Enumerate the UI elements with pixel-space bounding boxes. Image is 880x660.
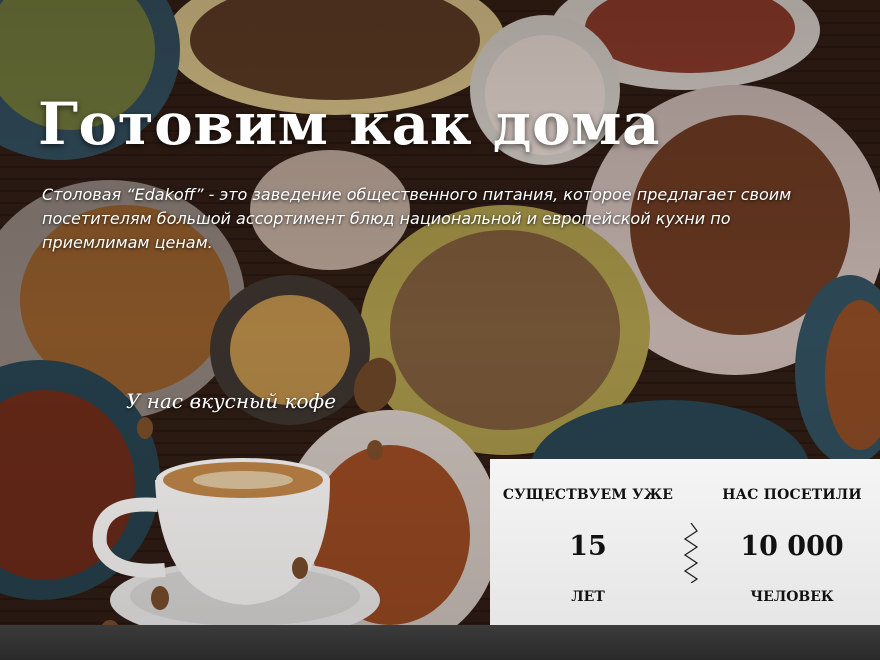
hero-section: Готовим как дома Столовая “Edakoff” - эт… — [0, 0, 880, 660]
stat-visitors: НАС ПОСЕТИЛИ 10 000 ЧЕЛОВЕК — [702, 459, 880, 625]
stat-visitors-label: НАС ПОСЕТИЛИ — [722, 487, 862, 503]
stats-panel: СУЩЕСТВУЕМ УЖЕ 15 ЛЕТ НАС ПОСЕТИЛИ 10 00… — [490, 459, 880, 625]
page-title: Готовим как дома — [38, 90, 661, 158]
hero-description: Столовая “Edakoff” - это заведение общес… — [42, 185, 792, 252]
coffee-caption: У нас вкусный кофе — [126, 389, 337, 413]
stat-years-unit: ЛЕТ — [571, 589, 605, 605]
stat-years-label: СУЩЕСТВУЕМ УЖЕ — [502, 487, 674, 503]
bottom-strip — [0, 625, 880, 660]
stat-years: СУЩЕСТВУЕМ УЖЕ 15 ЛЕТ — [498, 459, 678, 625]
stat-visitors-value: 10 000 — [740, 531, 844, 562]
stat-visitors-unit: ЧЕЛОВЕК — [750, 589, 834, 605]
stat-years-value: 15 — [569, 531, 607, 562]
zigzag-divider-icon — [683, 523, 699, 583]
